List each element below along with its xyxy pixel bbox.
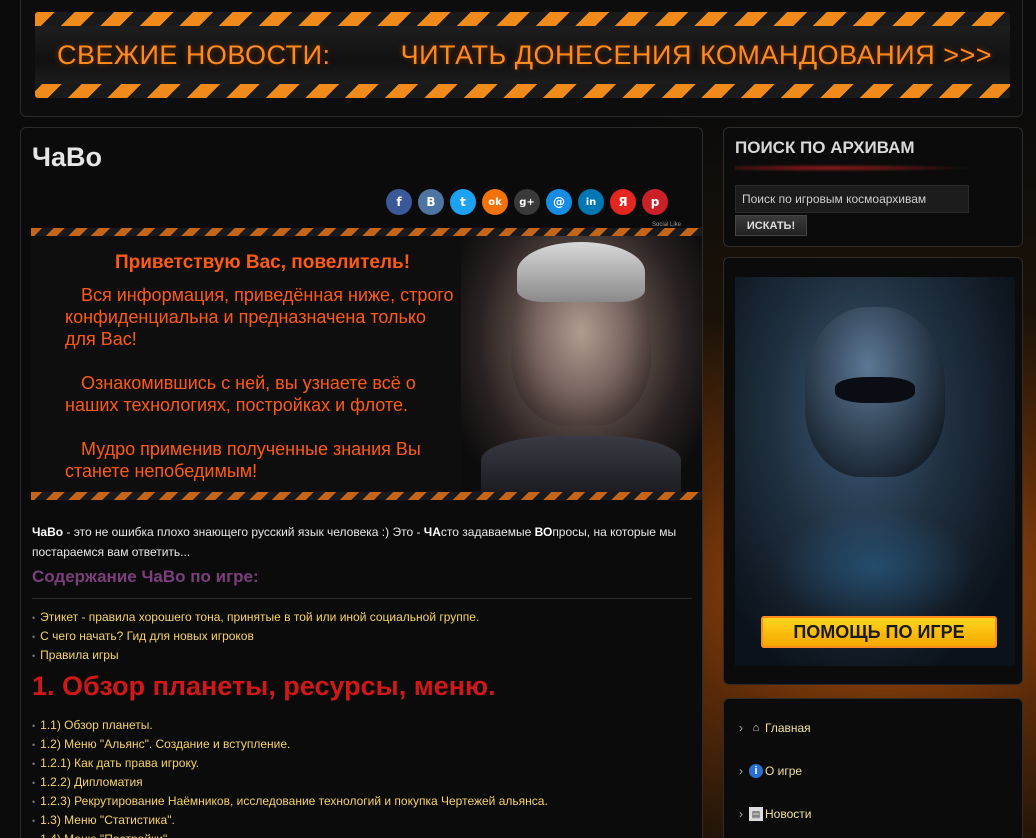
chevron-right-icon: ›	[739, 807, 743, 821]
facebook-share-icon[interactable]: f	[386, 189, 412, 215]
intro-bold-1: ЧА	[423, 525, 441, 539]
toc-title: Содержание ЧаВо по игре:	[32, 567, 259, 586]
hero-greeting: Приветствую Вас, повелитель!	[114, 252, 411, 273]
section-sublist: 1.1) Обзор планеты. 1.2) Меню "Альянс". …	[32, 716, 548, 838]
odnoklassniki-share-icon[interactable]: ok	[482, 189, 508, 215]
main-content: ЧаВо f B t ok g+ @ in Я p Social Like Пр…	[20, 127, 703, 838]
toc-link-beginners-guide[interactable]: С чего начать? Гид для новых игроков	[32, 627, 479, 646]
search-widget-title: ПОИСК ПО АРХИВАМ	[735, 138, 915, 157]
commander-portrait	[461, 236, 702, 496]
chevron-right-icon: ›	[739, 721, 743, 735]
chevron-right-icon: ›	[739, 764, 743, 778]
toc-link-etiquette[interactable]: Этикет - правила хорошего тона, принятые…	[32, 608, 479, 627]
toc-divider	[32, 598, 692, 599]
title-glow	[735, 164, 975, 172]
intro-term: ЧаВо	[32, 525, 64, 539]
section-heading: 1. Обзор планеты, ресурсы, меню.	[32, 671, 496, 701]
section-link[interactable]: 1.3) Меню "Статистика".	[32, 811, 548, 830]
linkedin-share-icon[interactable]: in	[578, 189, 604, 215]
hero-paragraph-2: Ознакомившись с ней, вы узнаете всё о на…	[65, 373, 416, 415]
hero-paragraph-1: Вся информация, приведённая ниже, строго…	[65, 285, 454, 349]
intro-bold-2: ВО	[534, 525, 553, 539]
nav-item-label: О игре	[765, 764, 803, 778]
archive-search-widget: ПОИСК ПО АРХИВАМ ИСКАТЬ!	[723, 127, 1023, 247]
top-banner-container: СВЕЖИЕ НОВОСТИ: ЧИТАТЬ ДОНЕСЕНИЯ КОМАНДО…	[20, 0, 1023, 117]
home-icon: ⌂	[752, 722, 760, 734]
portrait-hair	[517, 242, 645, 302]
search-button[interactable]: ИСКАТЬ!	[735, 215, 807, 236]
game-help-button[interactable]: ПОМОЩЬ ПО ИГРЕ	[761, 616, 997, 648]
hero-stripe-bottom	[31, 492, 702, 500]
ad-glow	[775, 507, 975, 627]
game-help-ad: ПОМОЩЬ ПО ИГРЕ	[723, 257, 1023, 685]
news-icon: ▤	[749, 807, 763, 821]
share-bar: f B t ok g+ @ in Я p	[386, 189, 668, 215]
hero-stripe-top	[31, 228, 702, 236]
sidebar-nav: › ⌂ Главная › i О игре › ▤ Новости	[723, 698, 1023, 838]
twitter-share-icon[interactable]: t	[450, 189, 476, 215]
yandex-share-icon[interactable]: Я	[610, 189, 636, 215]
vkontakte-share-icon[interactable]: B	[418, 189, 444, 215]
nav-item-news[interactable]: › ▤ Новости	[739, 807, 811, 821]
intro-text-1: - это не ошибка плохо знающего русский я…	[63, 525, 424, 539]
nav-item-about[interactable]: › i О игре	[739, 764, 802, 778]
soldier-artwork[interactable]: ПОМОЩЬ ПО ИГРЕ	[735, 277, 1015, 666]
pinterest-share-icon[interactable]: p	[642, 189, 668, 215]
section-link[interactable]: 1.1) Обзор планеты.	[32, 716, 548, 735]
info-icon: i	[749, 764, 763, 778]
google-plus-share-icon[interactable]: g+	[514, 189, 540, 215]
intro-text-2: сто задаваемые	[440, 525, 535, 539]
banner-left-text: СВЕЖИЕ НОВОСТИ:	[57, 39, 331, 70]
section-link[interactable]: 1.2) Меню "Альянс". Создание и вступлени…	[32, 735, 548, 754]
hero-message: Приветствую Вас, повелитель! Вся информа…	[65, 252, 460, 500]
mail-share-icon[interactable]: @	[546, 189, 572, 215]
section-link[interactable]: 1.2.2) Дипломатия	[32, 773, 548, 792]
nav-item-label: Новости	[765, 807, 812, 821]
intro-text: ЧаВо - это не ошибка плохо знающего русс…	[32, 522, 692, 562]
archive-search-input[interactable]	[735, 185, 969, 213]
section-link[interactable]: 1.2.1) Как дать права игроку.	[32, 754, 548, 773]
hero-paragraph-3: Мудро применив полученные знания Вы стан…	[65, 439, 421, 481]
toc-list: Этикет - правила хорошего тона, принятые…	[32, 608, 479, 665]
nav-item-home[interactable]: › ⌂ Главная	[739, 721, 811, 735]
toc-link-game-rules[interactable]: Правила игры	[32, 646, 479, 665]
banner-right-link[interactable]: ЧИТАТЬ ДОНЕСЕНИЯ КОМАНДОВАНИЯ >>>	[401, 40, 992, 71]
soldier-visor	[835, 377, 915, 403]
portrait-collar	[481, 436, 681, 496]
section-link[interactable]: 1.4) Меню "Постройки"	[32, 830, 548, 838]
news-banner[interactable]: СВЕЖИЕ НОВОСТИ: ЧИТАТЬ ДОНЕСЕНИЯ КОМАНДО…	[35, 12, 1010, 98]
section-link[interactable]: 1.2.3) Рекрутирование Наёмников, исследо…	[32, 792, 548, 811]
nav-item-label: Главная	[765, 721, 811, 735]
page-title: ЧаВо	[32, 142, 102, 172]
hero-banner: Приветствую Вас, повелитель! Вся информа…	[31, 228, 702, 500]
